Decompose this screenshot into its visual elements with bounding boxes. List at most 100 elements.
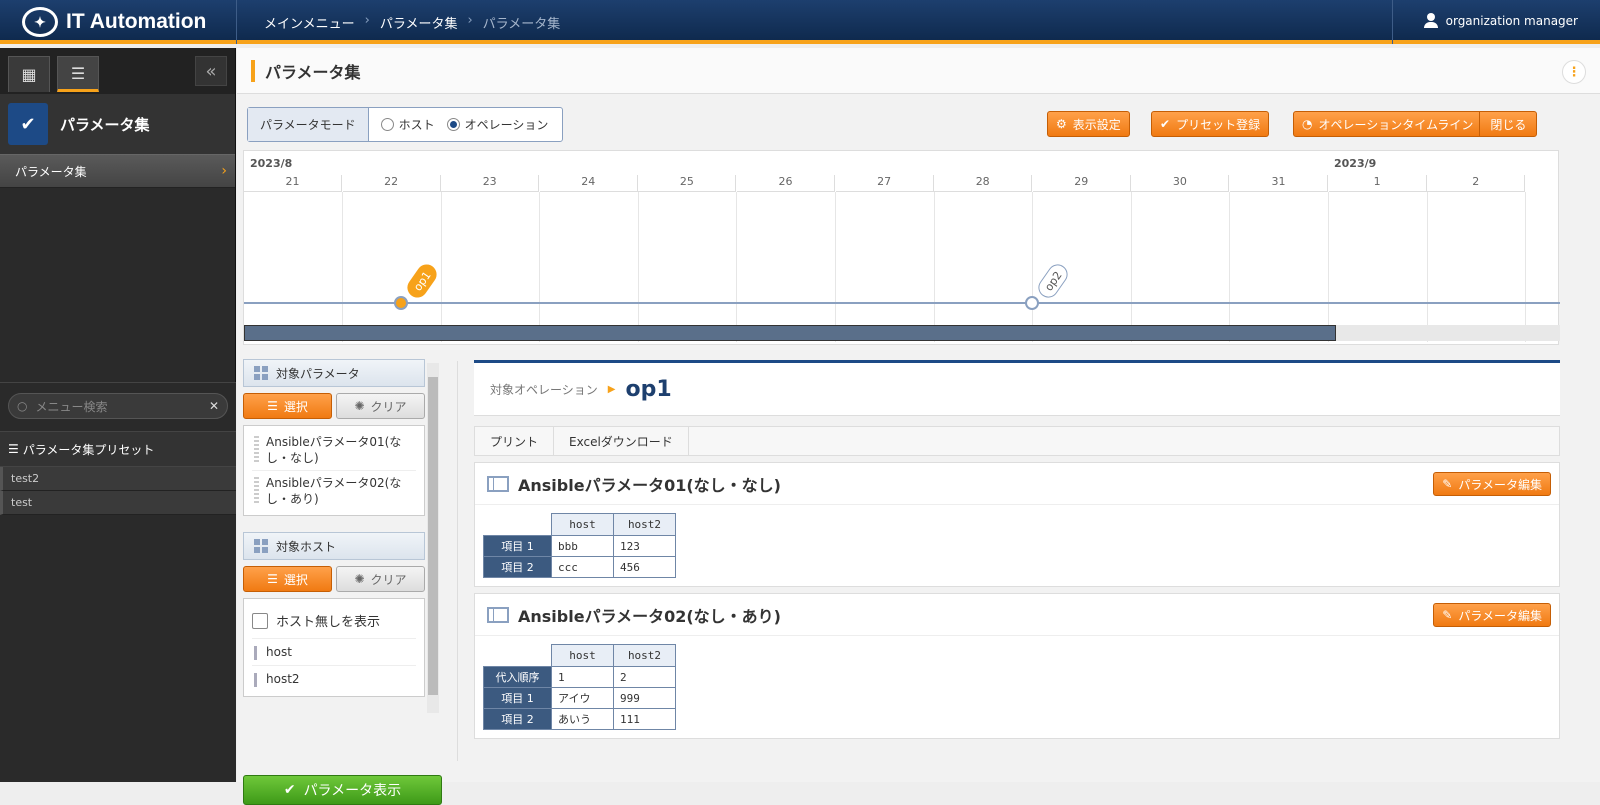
app-logo[interactable]: ✦ IT Automation xyxy=(22,6,206,38)
operation-timeline-button[interactable]: ◔ オペレーションタイムライン 閉じる xyxy=(1293,111,1538,137)
preset-item-label: test xyxy=(11,496,33,509)
table-row: 項目 2 ccc 456 xyxy=(483,556,676,578)
timeline-scrollbar[interactable] xyxy=(244,325,1560,341)
select-hosts-button[interactable]: ☰ 選択 xyxy=(243,566,332,592)
list-item[interactable]: host xyxy=(252,639,416,666)
breadcrumb: メインメニュー › パラメータ集 › パラメータ集 xyxy=(264,13,560,32)
sidebar-menu-group: ✔ パラメータ集 xyxy=(0,94,235,154)
table-row: 項目 1 bbb 123 xyxy=(483,535,676,557)
show-parameters-button[interactable]: ✔ パラメータ表示 xyxy=(243,775,442,805)
parameter-mode-selector: パラメータモード ホスト オペレーション xyxy=(247,107,564,142)
list-icon: ☰ xyxy=(267,399,278,413)
list-menu-tab[interactable]: ☰ xyxy=(57,56,99,92)
parameter-table: host host2 項目 1 bbb 123 項目 2 ccc 456 xyxy=(483,513,676,578)
table-cell: 123 xyxy=(613,535,676,557)
clear-hosts-button[interactable]: ✺ クリア xyxy=(336,566,425,592)
preset-item[interactable]: test xyxy=(0,491,236,515)
breadcrumb-separator-icon: › xyxy=(364,13,370,28)
more-options-icon[interactable]: ⋮ xyxy=(1562,60,1586,84)
table-cell: アイウ xyxy=(551,687,614,709)
app-name: IT Automation xyxy=(66,10,207,33)
excel-download-button[interactable]: Excelダウンロード xyxy=(554,427,689,455)
sidebar-item-param-collection[interactable]: パラメータ集 › xyxy=(0,154,235,188)
sidebar-tabs: ▦ ☰ « xyxy=(0,48,235,94)
sidebar: ▦ ☰ « ✔ パラメータ集 パラメータ集 › ○ メニュー検索 ✕ ☰ パラメ… xyxy=(0,48,236,782)
display-settings-button[interactable]: ⚙ 表示設定 xyxy=(1047,111,1130,137)
user-icon xyxy=(1423,13,1438,28)
clear-label: クリア xyxy=(370,399,407,414)
preset-item[interactable]: test2 xyxy=(0,467,236,491)
timeline-gridline xyxy=(1426,192,1428,342)
select-params-button[interactable]: ☰ 選択 xyxy=(243,393,332,419)
check-icon: ✔ xyxy=(283,782,296,798)
mode-operation-radio[interactable]: オペレーション xyxy=(446,116,548,133)
show-no-host-checkbox[interactable]: ホスト無しを表示 xyxy=(252,603,416,639)
target-params-title: 対象パラメータ xyxy=(276,366,360,381)
list-item[interactable]: Ansibleパラメータ02(なし・あり) xyxy=(252,471,416,511)
table-header-row: host host2 xyxy=(483,644,676,667)
breadcrumb-item-param-collection[interactable]: パラメータ集 xyxy=(380,13,458,32)
table-row-header: 代入順序 xyxy=(483,666,552,688)
list-icon: ☰ xyxy=(267,572,278,586)
breadcrumb-item-main-menu[interactable]: メインメニュー xyxy=(264,13,355,32)
print-button[interactable]: プリント xyxy=(475,427,555,455)
table-icon xyxy=(487,475,509,492)
caret-right-icon: ▶ xyxy=(607,383,616,395)
sidebar-collapse-button[interactable]: « xyxy=(195,56,227,86)
table-cell: bbb xyxy=(551,535,614,557)
edit-parameters-button[interactable]: ✎ パラメータ編集 xyxy=(1433,472,1551,496)
display-settings-label: 表示設定 xyxy=(1072,117,1121,132)
search-placeholder: メニュー検索 xyxy=(35,399,108,414)
timeline-gridline xyxy=(637,192,639,342)
panel-scrollbar[interactable] xyxy=(427,363,439,713)
table-column-header: host2 xyxy=(613,644,676,667)
parameter-card: Ansibleパラメータ01(なし・なし) ✎ パラメータ編集 host host2 項目… xyxy=(474,462,1560,587)
operation-pin-op1[interactable] xyxy=(394,296,408,310)
timeline-month: 2023/8 xyxy=(250,157,293,170)
grid-menu-tab[interactable]: ▦ xyxy=(8,56,50,92)
table-cell: 999 xyxy=(613,687,676,709)
timeline-scroll-thumb[interactable] xyxy=(244,325,1337,341)
results-toolbar: プリント Excelダウンロード xyxy=(474,426,1560,456)
close-timeline-button[interactable]: 閉じる xyxy=(1479,112,1536,136)
list-item[interactable]: host2 xyxy=(252,666,416,692)
menu-search-input[interactable]: ○ メニュー検索 ✕ xyxy=(8,393,228,419)
edit-icon: ✎ xyxy=(1442,608,1453,622)
list-item[interactable]: Ansibleパラメータ01(なし・なし) xyxy=(252,430,416,471)
timeline-gridline xyxy=(933,192,935,342)
table-row: 項目 2 あいう 111 xyxy=(483,708,676,730)
operation-label: 対象オペレーション xyxy=(490,382,598,397)
edit-label: パラメータ編集 xyxy=(1458,608,1542,623)
clear-search-icon[interactable]: ✕ xyxy=(209,399,219,413)
header-divider xyxy=(236,0,237,44)
spinner-icon: ✺ xyxy=(354,572,365,586)
preset-register-button[interactable]: ✔ プリセット登録 xyxy=(1151,111,1270,137)
table-row-header: 項目 2 xyxy=(483,556,552,578)
operation-pin-op2[interactable] xyxy=(1025,296,1039,310)
mode-host-radio[interactable]: ホスト xyxy=(380,116,435,133)
panel-scroll-thumb[interactable] xyxy=(428,377,438,695)
operation-tag-op2[interactable]: op2 xyxy=(1034,260,1072,302)
timeline-gridline xyxy=(1328,192,1329,342)
operation-timeline[interactable]: 2023/8 2023/9 21 22 23 24 25 26 27 28 29 30 31 1 2 o… xyxy=(243,150,1560,345)
target-hosts-title: 対象ホスト xyxy=(276,539,337,554)
user-menu[interactable]: organization manager xyxy=(1423,13,1578,28)
radio-selected-icon xyxy=(446,118,460,131)
page-title: パラメータ集 xyxy=(265,62,361,82)
clear-params-button[interactable]: ✺ クリア xyxy=(336,393,425,419)
logo-icon: ✦ xyxy=(22,7,58,37)
target-hosts-header: 対象ホスト xyxy=(243,532,425,560)
gear-icon: ⚙ xyxy=(1056,117,1067,131)
sidebar-group-title: パラメータ集 xyxy=(60,115,150,134)
table-icon xyxy=(487,606,509,623)
table-cell: ccc xyxy=(551,556,614,578)
parameter-card-header: Ansibleパラメータ01(なし・なし) ✎ パラメータ編集 xyxy=(475,463,1559,505)
table-column-header: host2 xyxy=(613,513,676,536)
table-cell: 456 xyxy=(613,556,676,578)
timeline-axis xyxy=(244,302,1560,304)
timeline-gridline xyxy=(1032,192,1034,342)
edit-label: パラメータ編集 xyxy=(1458,477,1542,492)
list-icon: ☰ xyxy=(70,63,86,83)
edit-parameters-button[interactable]: ✎ パラメータ編集 xyxy=(1433,603,1551,627)
operation-tag-op1[interactable]: op1 xyxy=(403,260,441,302)
